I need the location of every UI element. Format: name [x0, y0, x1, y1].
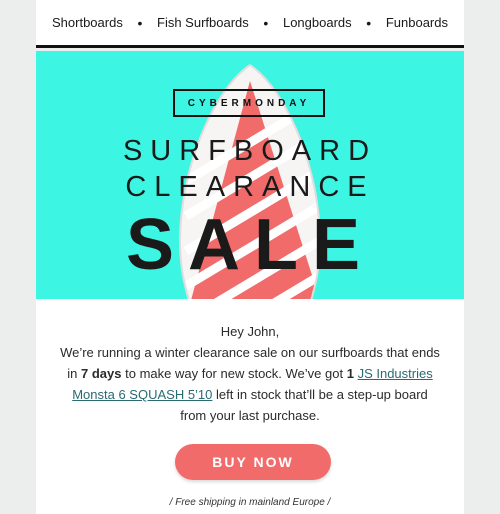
- cybermonday-badge: CYBERMONDAY: [173, 89, 325, 117]
- hero-sale-headline: SALE: [125, 205, 375, 285]
- hero-title-line2: CLEARANCE: [125, 171, 375, 203]
- hero-banner: CYBERMONDAY SURFBOARD CLEARANCE SALE: [36, 51, 464, 299]
- buy-now-button[interactable]: BUY NOW: [175, 444, 331, 480]
- greeting: Hey John,: [220, 324, 280, 339]
- shipping-note: / Free shipping in mainland Europe /: [169, 497, 331, 508]
- nav-separator: •: [137, 14, 143, 31]
- nav-link-shortboards[interactable]: Shortboards: [52, 15, 123, 30]
- stock-count: 1: [346, 366, 354, 381]
- nav-link-fish-surfboards[interactable]: Fish Surfboards: [157, 15, 249, 30]
- days-remaining: 7 days: [81, 366, 122, 381]
- message-text: We’re running a winter clearance sale on…: [60, 342, 440, 426]
- message-body: Hey John, We’re running a winter clearan…: [60, 321, 440, 426]
- category-nav: Shortboards • Fish Surfboards • Longboar…: [36, 0, 464, 48]
- nav-link-longboards[interactable]: Longboards: [283, 15, 352, 30]
- nav-link-funboards[interactable]: Funboards: [386, 15, 448, 30]
- nav-separator: •: [263, 14, 269, 31]
- message-text-part2: to make way for new stock. We’ve got: [125, 366, 344, 381]
- nav-separator: •: [366, 14, 372, 31]
- hero-title-line1: SURFBOARD: [122, 135, 378, 167]
- message-panel: Hey John, We’re running a winter clearan…: [36, 299, 464, 514]
- message-text-part3: left in stock that’ll be a step-up board…: [180, 387, 428, 423]
